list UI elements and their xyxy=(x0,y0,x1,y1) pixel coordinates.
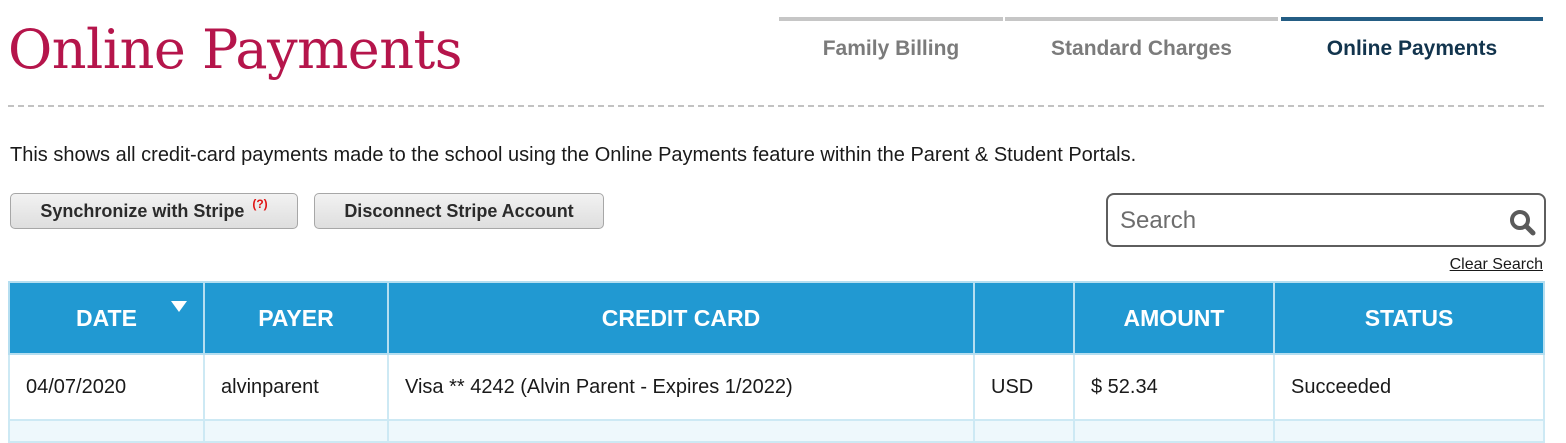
synchronize-stripe-button[interactable]: Synchronize with Stripe (?) xyxy=(10,193,298,229)
synchronize-stripe-label: Synchronize with Stripe xyxy=(40,200,245,221)
search-box xyxy=(1106,193,1546,247)
sort-desc-icon xyxy=(171,301,187,312)
cell-payer: alvinparent xyxy=(203,353,389,421)
payments-table: DATE PAYER CREDIT CARD AMOUNT STATUS 04/… xyxy=(8,281,1545,443)
header-divider xyxy=(8,105,1544,107)
column-header-payer[interactable]: PAYER xyxy=(203,281,389,355)
column-header-status[interactable]: STATUS xyxy=(1273,281,1545,355)
tab-standard-charges[interactable]: Standard Charges xyxy=(1005,17,1278,77)
tab-online-payments[interactable]: Online Payments xyxy=(1281,17,1543,77)
column-header-amount[interactable]: AMOUNT xyxy=(1073,281,1275,355)
cell-date: 04/07/2020 xyxy=(8,353,205,421)
search-input[interactable] xyxy=(1118,201,1502,241)
disconnect-stripe-label: Disconnect Stripe Account xyxy=(344,200,574,221)
magnifier-icon[interactable] xyxy=(1508,208,1536,236)
cell-status: Succeeded xyxy=(1273,353,1545,421)
table-row[interactable]: 04/07/2020 alvinparent Visa ** 4242 (Alv… xyxy=(8,353,1545,421)
column-header-date[interactable]: DATE xyxy=(8,281,205,355)
page-description: This shows all credit-card payments made… xyxy=(10,144,1137,166)
page-title: Online Payments xyxy=(8,18,462,81)
help-icon[interactable]: (?) xyxy=(252,197,267,211)
column-header-credit-card[interactable]: CREDIT CARD xyxy=(387,281,975,355)
column-header-currency[interactable] xyxy=(973,281,1075,355)
column-header-date-label: DATE xyxy=(76,304,137,331)
table-header-row: DATE PAYER CREDIT CARD AMOUNT STATUS xyxy=(8,281,1545,355)
cell-amount: $ 52.34 xyxy=(1073,353,1275,421)
cell-credit-card: Visa ** 4242 (Alvin Parent - Expires 1/2… xyxy=(387,353,975,421)
disconnect-stripe-button[interactable]: Disconnect Stripe Account xyxy=(314,193,604,229)
tab-family-billing[interactable]: Family Billing xyxy=(779,17,1003,77)
clear-search-link[interactable]: Clear Search xyxy=(1450,256,1543,274)
cell-currency: USD xyxy=(973,353,1075,421)
